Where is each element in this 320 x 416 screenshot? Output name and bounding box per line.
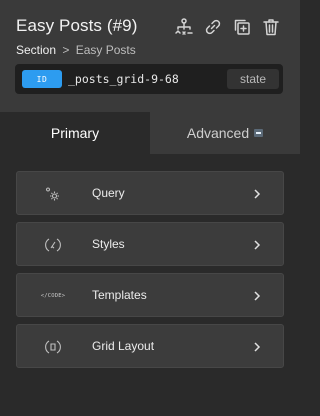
styles-icon [39, 235, 67, 255]
tab-advanced[interactable]: Advanced [150, 112, 300, 154]
menu-item-styles[interactable]: Styles [16, 222, 284, 266]
menu-item-label: Styles [92, 237, 125, 251]
panel-header: Easy Posts (#9) Section > Easy Posts ID … [0, 0, 300, 112]
menu-item-label: Query [92, 186, 125, 200]
id-badge[interactable]: ID [22, 70, 62, 88]
tab-primary[interactable]: Primary [0, 112, 150, 154]
duplicate-icon[interactable] [230, 15, 253, 39]
collapse-badge-icon [254, 129, 264, 137]
menu-item-grid-layout[interactable]: Grid Layout [16, 324, 284, 368]
menu-item-label: Grid Layout [92, 339, 155, 353]
tab-advanced-label: Advanced [186, 125, 250, 141]
panel-tabs: Primary Advanced [0, 112, 300, 154]
chevron-right-icon [251, 289, 263, 303]
element-id-bar: ID _posts_grid-9-68 state [15, 64, 283, 94]
link-icon[interactable] [201, 15, 224, 39]
menu-item-label: Templates [92, 288, 147, 302]
chevron-right-icon [251, 340, 263, 354]
breadcrumb: Section > Easy Posts [16, 43, 136, 57]
breadcrumb-root[interactable]: Section [16, 43, 56, 57]
menu-item-templates[interactable]: </CODE> Templates [16, 273, 284, 317]
header-actions [172, 15, 282, 39]
query-gear-icon [39, 184, 67, 204]
chevron-right-icon [251, 238, 263, 252]
delete-icon[interactable] [259, 15, 282, 39]
menu-item-query[interactable]: Query [16, 171, 284, 215]
structure-icon[interactable] [172, 15, 195, 39]
breadcrumb-separator: > [62, 43, 70, 57]
chevron-right-icon [251, 187, 263, 201]
element-id-value[interactable]: _posts_grid-9-68 [68, 72, 179, 86]
element-title: Easy Posts (#9) [16, 16, 138, 35]
state-button[interactable]: state [227, 69, 279, 89]
breadcrumb-current: Easy Posts [75, 43, 136, 57]
tab-primary-label: Primary [50, 125, 100, 141]
code-icon: </CODE> [40, 293, 66, 299]
grid-layout-icon [39, 337, 67, 357]
